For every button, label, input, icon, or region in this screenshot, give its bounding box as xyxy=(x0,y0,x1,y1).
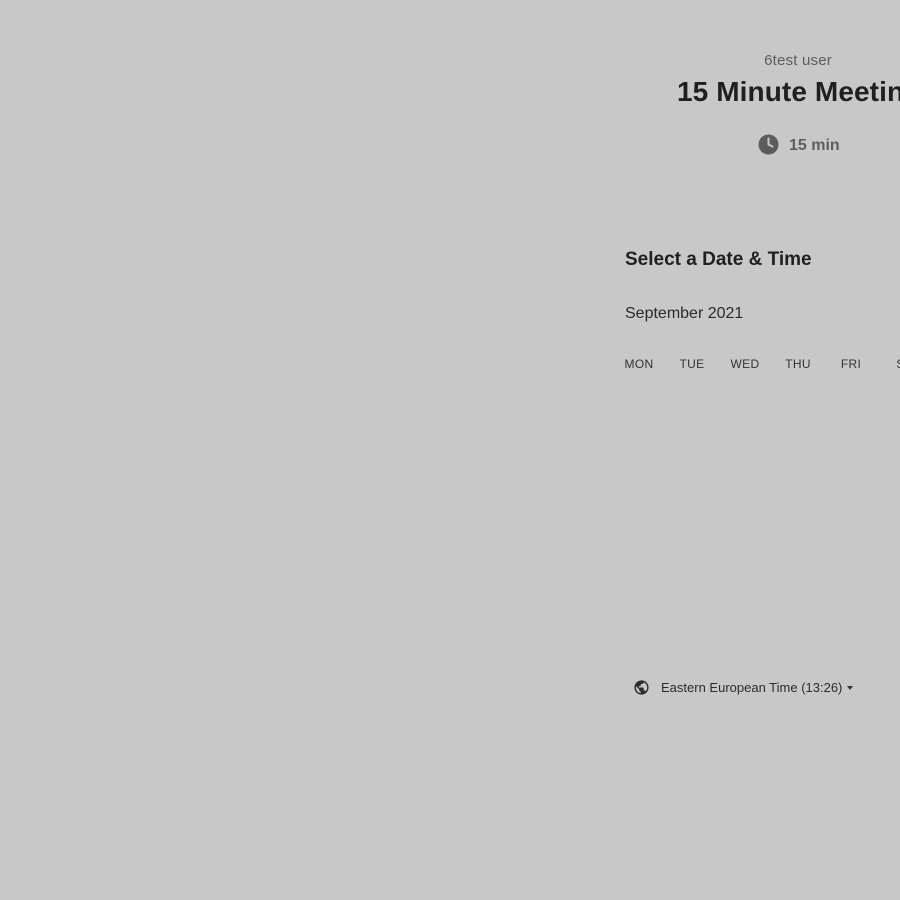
caret-down-icon xyxy=(847,686,854,690)
timezone-label: Eastern European Time (13:26) xyxy=(661,680,843,695)
calendar-month-label: September 2021 xyxy=(625,305,744,322)
event-title: 15 Minute Meeting xyxy=(677,76,900,107)
weekday-wed: WED xyxy=(730,357,760,371)
weekday-fri: FRI xyxy=(840,357,862,371)
weekday-mon: MON xyxy=(624,357,654,371)
duration-label: 15 min xyxy=(789,137,840,154)
clock-icon xyxy=(758,134,779,155)
calendar-weekday-header: MON TUE WED THU FRI SAT xyxy=(0,357,900,373)
booking-panel: 6test user 15 Minute Meeting 15 min Sele… xyxy=(0,0,900,900)
globe-icon xyxy=(633,679,650,696)
weekday-thu: THU xyxy=(785,357,811,371)
event-duration: 15 min xyxy=(758,134,840,155)
organizer-name: 6test user xyxy=(764,52,832,69)
weekday-sat: SAT xyxy=(888,357,900,371)
weekday-tue: TUE xyxy=(679,357,705,371)
timezone-selector[interactable]: Eastern European Time (13:26) xyxy=(633,679,854,696)
select-date-time-heading: Select a Date & Time xyxy=(625,249,812,270)
